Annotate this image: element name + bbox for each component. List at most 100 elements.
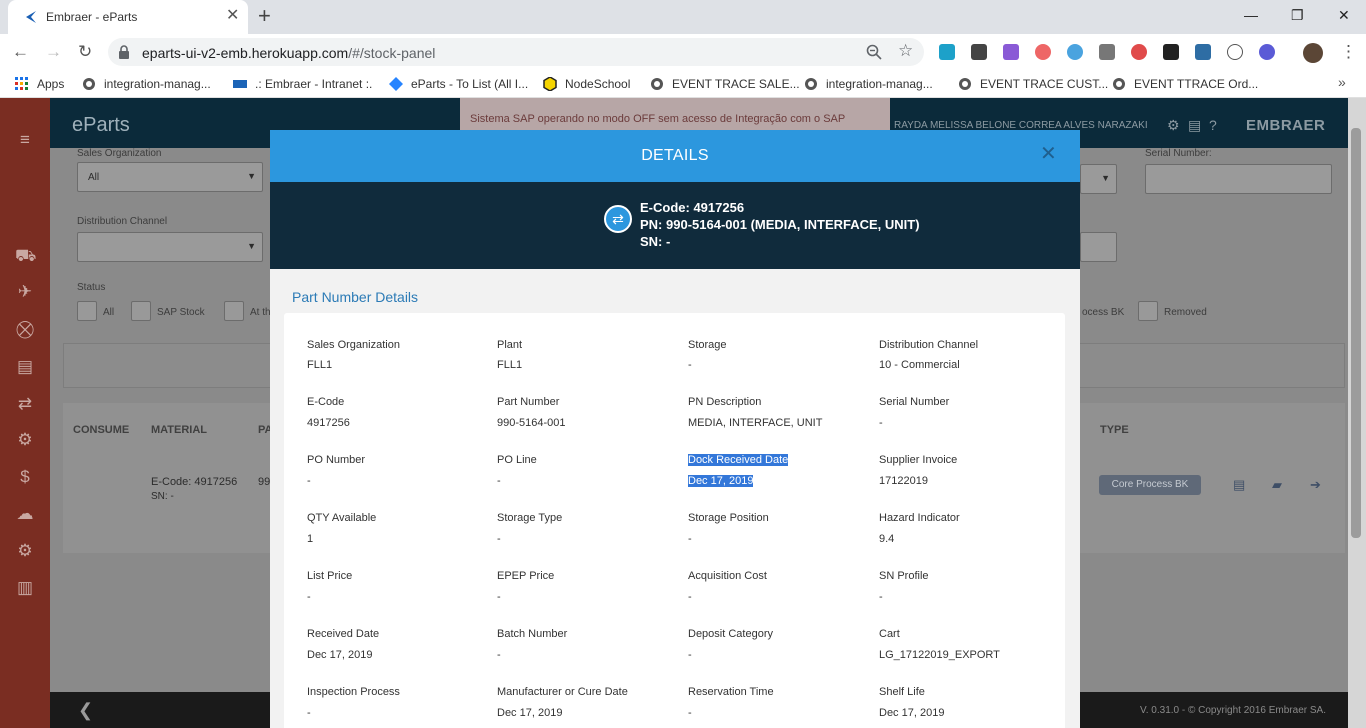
field-value: -: [307, 591, 311, 603]
zoom-icon[interactable]: [866, 44, 882, 60]
bookmark-nodeschool[interactable]: NodeSchool: [543, 76, 630, 92]
field-label: Shelf Life: [879, 686, 925, 698]
field-label: Inspection Process: [307, 686, 400, 698]
book-icon[interactable]: ▰: [1272, 477, 1282, 493]
field-label: Storage: [688, 339, 727, 351]
chart-icon[interactable]: ▥: [15, 578, 35, 598]
minimize-icon[interactable]: —: [1244, 6, 1258, 24]
bookmark-eparts-todo[interactable]: eParts - To List (All I...: [389, 76, 528, 92]
arrow-extension-icon[interactable]: [1035, 44, 1051, 60]
help-icon[interactable]: ?: [1209, 117, 1217, 133]
field-value: 17122019: [879, 475, 928, 487]
type-badge: Core Process BK: [1099, 475, 1201, 495]
bookmark-integration-2[interactable]: integration-manag...: [804, 76, 933, 92]
window-close-icon[interactable]: ✕: [1338, 6, 1350, 24]
bookmark-star-icon[interactable]: ☆: [898, 41, 913, 61]
status-at-the-label: At th: [250, 307, 271, 318]
cloud-icon[interactable]: ☁: [15, 504, 35, 524]
maximize-icon[interactable]: ❐: [1291, 6, 1304, 24]
field-label: Batch Number: [497, 628, 568, 640]
dist-channel-select[interactable]: ▼: [77, 232, 263, 262]
tab-close-icon[interactable]: ✕: [226, 7, 239, 25]
status-at-the-checkbox[interactable]: [224, 301, 244, 321]
serial-number-input[interactable]: [1145, 164, 1332, 194]
bookmark-apps[interactable]: Apps: [15, 76, 64, 92]
bookmark-integration-1[interactable]: integration-manag...: [82, 76, 211, 92]
profile-avatar[interactable]: [1303, 43, 1323, 63]
capture-extension-icon[interactable]: [1099, 44, 1115, 60]
money-icon[interactable]: $: [15, 467, 35, 487]
bookmark-event-trace-cust[interactable]: EVENT TRACE CUST...: [958, 76, 1108, 92]
field-label: Hazard Indicator: [879, 512, 960, 524]
field-value: 4917256: [307, 417, 350, 429]
notion-extension-icon[interactable]: [1163, 44, 1179, 60]
cart-icon[interactable]: ⛒: [15, 320, 35, 340]
pen-extension-icon[interactable]: [1003, 44, 1019, 60]
sidebar: ≡ ⛟ ✈ ⛒ ▤ ⇄ ⚙ $ ☁ ⚙ ▥: [0, 98, 50, 728]
reload-icon[interactable]: ↻: [78, 42, 92, 62]
field-value: FLL1: [307, 359, 333, 371]
field-value: -: [497, 475, 501, 487]
diamond-icon: [389, 77, 403, 91]
apps-grid-icon: [15, 77, 28, 90]
selenium-extension-icon[interactable]: [971, 44, 987, 60]
arrow-right-icon[interactable]: ➔: [1310, 477, 1321, 493]
new-tab-icon[interactable]: +: [258, 5, 271, 27]
hexagon-icon: [543, 77, 557, 91]
row-pn: 99: [258, 476, 271, 488]
serial-number-label: Serial Number:: [1145, 148, 1212, 159]
field-label: List Price: [307, 570, 353, 582]
filter-select-partial[interactable]: ▼: [1080, 164, 1117, 194]
filter-input-partial[interactable]: [1080, 232, 1117, 262]
embraer-logo: EMBRAER: [1246, 117, 1326, 134]
field-value: Dec 17, 2019: [307, 649, 373, 661]
bookmark-event-trace-sale[interactable]: EVENT TRACE SALE...: [650, 76, 800, 92]
settings-icon[interactable]: ⚙: [15, 541, 35, 561]
settings-gear-icon[interactable]: ⚙: [1167, 117, 1180, 134]
close-icon[interactable]: ✕: [1040, 143, 1057, 165]
airplane-icon[interactable]: ✈: [15, 282, 35, 302]
embraer-footer-icon: ❮: [78, 700, 94, 720]
forward-icon[interactable]: →: [45, 42, 62, 62]
field-value: Dec 17, 2019: [879, 707, 945, 719]
chevron-down-icon: ▼: [247, 241, 256, 251]
field-label: Reservation Time: [688, 686, 774, 698]
lifebuoy-extension-icon[interactable]: [1131, 44, 1147, 60]
browser-tab[interactable]: Embraer - eParts ✕: [8, 0, 248, 34]
field-value: -: [688, 591, 692, 603]
status-sap-stock-checkbox[interactable]: [131, 301, 151, 321]
gears-icon[interactable]: ⚙: [15, 430, 35, 450]
code-extension-icon[interactable]: [1227, 44, 1243, 60]
field-label: Received Date: [307, 628, 380, 640]
status-all-checkbox[interactable]: [77, 301, 97, 321]
bookmark-label: integration-manag...: [104, 77, 211, 91]
details-icon[interactable]: ▤: [1233, 477, 1245, 493]
scrollbar-thumb[interactable]: [1351, 128, 1361, 538]
page-scrollbar[interactable]: [1348, 98, 1366, 728]
bookmark-intranet[interactable]: .: Embraer - Intranet :.: [233, 76, 372, 92]
sales-org-select[interactable]: All ▼: [77, 162, 263, 192]
globe-extension-icon[interactable]: [1067, 44, 1083, 60]
status-label: Status: [77, 282, 106, 293]
field-label: Plant: [497, 339, 523, 351]
field-value: -: [497, 533, 501, 545]
truck-icon[interactable]: ⛟: [15, 246, 36, 266]
check-extension-icon[interactable]: [1259, 44, 1275, 60]
row-ecode: E-Code: 4917256: [151, 476, 238, 488]
field-label: Dock Received Date: [688, 454, 789, 466]
status-process-bk-label: ocess BK: [1082, 307, 1125, 318]
back-icon[interactable]: ←: [12, 42, 29, 62]
dist-channel-label: Distribution Channel: [77, 216, 168, 227]
extension-icon[interactable]: [939, 44, 955, 60]
menu-icon[interactable]: ≡: [15, 130, 35, 150]
manual-icon[interactable]: ▤: [1188, 117, 1201, 134]
bookmarks-overflow-icon[interactable]: »: [1338, 74, 1346, 90]
address-bar[interactable]: eparts-ui-v2-emb.herokuapp.com/#/stock-p…: [108, 38, 924, 66]
bookmark-event-ttrace-ord[interactable]: EVENT TTRACE Ord...: [1112, 76, 1258, 92]
details-card: Sales Organization FLL1 Plant FLL1 Stora…: [284, 313, 1065, 728]
status-removed-checkbox[interactable]: [1138, 301, 1158, 321]
chrome-menu-icon[interactable]: ⋮: [1340, 42, 1357, 62]
tools-extension-icon[interactable]: [1195, 44, 1211, 60]
document-icon[interactable]: ▤: [15, 357, 35, 377]
exchange-icon[interactable]: ⇄: [15, 394, 35, 414]
